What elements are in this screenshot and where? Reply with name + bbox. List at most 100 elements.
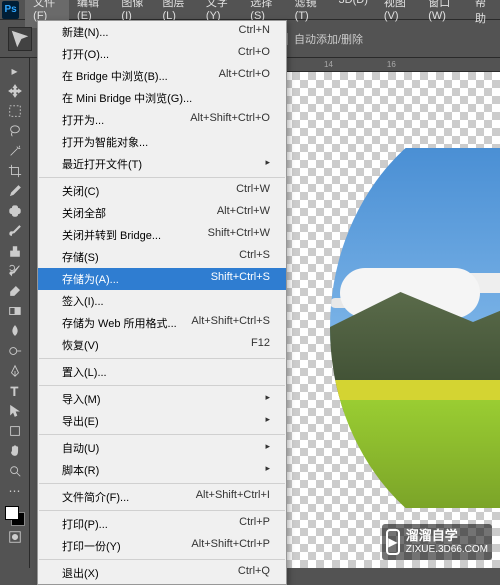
svg-text:T: T (10, 384, 18, 398)
menu-entry-label: 文件简介(F)... (62, 489, 129, 505)
lasso-tool-icon[interactable] (3, 122, 27, 140)
menu-entry-label: 关闭并转到 Bridge... (62, 227, 161, 243)
menu-shortcut: Alt+Shift+Ctrl+S (191, 315, 270, 331)
menu-entry-label: 导入(M) (62, 391, 101, 407)
menu-entry[interactable]: 恢复(V)F12 (38, 334, 286, 356)
menu-entry[interactable]: 打印一份(Y) Alt+Shift+Ctrl+P (38, 535, 286, 557)
menu-entry-label: 存储为 Web 所用格式... (62, 315, 177, 331)
dodge-tool-icon[interactable] (3, 342, 27, 360)
menu-entry[interactable]: 脚本(R) (38, 459, 286, 481)
menu-entry-label: 存储为(A)... (62, 271, 119, 287)
menu-entry[interactable]: 存储为 Web 所用格式... Alt+Shift+Ctrl+S (38, 312, 286, 334)
menu-shortcut: Ctrl+P (239, 516, 270, 532)
eyedropper-tool-icon[interactable] (3, 182, 27, 200)
menu-entry-label: 关闭全部 (62, 205, 106, 221)
toolbox: ▸ T ⋯ (0, 58, 30, 568)
menu-entry[interactable]: 打印(P)... Ctrl+P (38, 513, 286, 535)
history-brush-icon[interactable] (3, 262, 27, 280)
eraser-tool-icon[interactable] (3, 282, 27, 300)
play-icon: ▶ (386, 529, 400, 555)
menu-entry-label: 存储(S) (62, 249, 99, 265)
menu-entry[interactable]: 导入(M) (38, 388, 286, 410)
submenu-arrow-icon (265, 462, 270, 478)
menu-entry-label: 打开(O)... (62, 46, 109, 62)
menu-shortcut: Shift+Ctrl+S (211, 271, 270, 287)
wand-tool-icon[interactable] (3, 142, 27, 160)
menu-entry[interactable]: 导出(E) (38, 410, 286, 432)
ruler-mark: 16 (387, 60, 396, 69)
menu-entry[interactable]: 关闭(C)Ctrl+W (38, 180, 286, 202)
menu-shortcut: Alt+Shift+Ctrl+I (196, 489, 270, 505)
menu-entry[interactable]: 存储为(A)... Shift+Ctrl+S (38, 268, 286, 290)
menu-entry[interactable]: 新建(N)...Ctrl+N (38, 21, 286, 43)
hand-tool-icon[interactable] (3, 442, 27, 460)
edit-toolbar-icon[interactable]: ⋯ (3, 482, 27, 500)
menu-entry-label: 最近打开文件(T) (62, 156, 142, 172)
menu-separator (39, 483, 285, 484)
menu-entry[interactable]: 关闭全部 Alt+Ctrl+W (38, 202, 286, 224)
menu-shortcut: Alt+Shift+Ctrl+O (190, 112, 270, 128)
menu-entry-label: 置入(L)... (62, 364, 107, 380)
menu-entry[interactable]: 自动(U) (38, 437, 286, 459)
menu-item[interactable]: 滤镜(T) (287, 0, 331, 28)
menu-entry-label: 自动(U) (62, 440, 99, 456)
pen-tool-icon[interactable] (3, 362, 27, 380)
menu-shortcut: Ctrl+O (238, 46, 270, 62)
menu-shortcut: Ctrl+W (236, 183, 270, 199)
auto-add-label: 自动添加/删除 (294, 31, 363, 47)
watermark: ▶ 溜溜自学 ZIXUE.3D66.COM (382, 524, 492, 560)
menu-entry-label: 在 Mini Bridge 中浏览(G)... (62, 90, 192, 106)
brush-tool-icon[interactable] (3, 222, 27, 240)
app-logo: Ps (2, 1, 19, 19)
tool-preset-icon[interactable] (8, 27, 32, 51)
menu-item[interactable]: 帮助 (467, 0, 500, 28)
menu-entry[interactable]: 打开为智能对象... (38, 131, 286, 153)
menu-entry-label: 打开为智能对象... (62, 134, 148, 150)
menu-entry[interactable]: 退出(X) Ctrl+Q (38, 562, 286, 584)
menu-entry[interactable]: 打开(O)... Ctrl+O (38, 43, 286, 65)
path-select-icon[interactable] (3, 402, 27, 420)
ruler-mark: 14 (324, 60, 333, 69)
menu-item[interactable]: 窗口(W) (420, 0, 467, 28)
menu-entry[interactable]: 存储(S)Ctrl+S (38, 246, 286, 268)
menu-entry[interactable]: 打开为... Alt+Shift+Ctrl+O (38, 109, 286, 131)
menu-shortcut: Ctrl+Q (238, 565, 270, 581)
gradient-tool-icon[interactable] (3, 302, 27, 320)
blur-tool-icon[interactable] (3, 322, 27, 340)
submenu-arrow-icon (265, 440, 270, 456)
stamp-tool-icon[interactable] (3, 242, 27, 260)
menu-entry[interactable]: 在 Mini Bridge 中浏览(G)... (38, 87, 286, 109)
move-tool-icon[interactable] (3, 82, 27, 100)
menu-shortcut: Alt+Shift+Ctrl+P (191, 538, 270, 554)
crop-tool-icon[interactable] (3, 162, 27, 180)
menu-entry-label: 打印(P)... (62, 516, 108, 532)
menu-shortcut: Alt+Ctrl+W (217, 205, 270, 221)
menu-entry-label: 新建(N)... (62, 24, 108, 40)
menu-item[interactable]: 3D(D) (331, 0, 376, 28)
menu-entry[interactable]: 文件简介(F)... Alt+Shift+Ctrl+I (38, 486, 286, 508)
menu-entry[interactable]: 最近打开文件(T) (38, 153, 286, 175)
marquee-tool-icon[interactable] (3, 102, 27, 120)
tab-toggle-icon[interactable]: ▸ (3, 62, 27, 80)
zoom-tool-icon[interactable] (3, 462, 27, 480)
file-menu-dropdown: 新建(N)...Ctrl+N 打开(O)... Ctrl+O 在 Bridge 中浏览… (37, 20, 287, 585)
quickmask-icon[interactable] (3, 528, 27, 546)
submenu-arrow-icon (265, 413, 270, 429)
type-tool-icon[interactable]: T (3, 382, 27, 400)
menu-separator (39, 385, 285, 386)
menu-entry[interactable]: 签入(I)... (38, 290, 286, 312)
shape-tool-icon[interactable] (3, 422, 27, 440)
fg-color-swatch[interactable] (5, 506, 19, 520)
color-swatches[interactable] (5, 506, 25, 526)
menu-entry[interactable]: 置入(L)... (38, 361, 286, 383)
menu-separator (39, 434, 285, 435)
menu-shortcut: Alt+Ctrl+O (219, 68, 270, 84)
menu-entry-label: 打印一份(Y) (62, 538, 121, 554)
menu-item[interactable]: 视图(V) (376, 0, 420, 28)
menu-entry-label: 打开为... (62, 112, 104, 128)
healing-tool-icon[interactable] (3, 202, 27, 220)
menu-entry-label: 退出(X) (62, 565, 99, 581)
menu-entry[interactable]: 关闭并转到 Bridge...Shift+Ctrl+W (38, 224, 286, 246)
menu-entry[interactable]: 在 Bridge 中浏览(B)...Alt+Ctrl+O (38, 65, 286, 87)
menu-entry-label: 恢复(V) (62, 337, 99, 353)
